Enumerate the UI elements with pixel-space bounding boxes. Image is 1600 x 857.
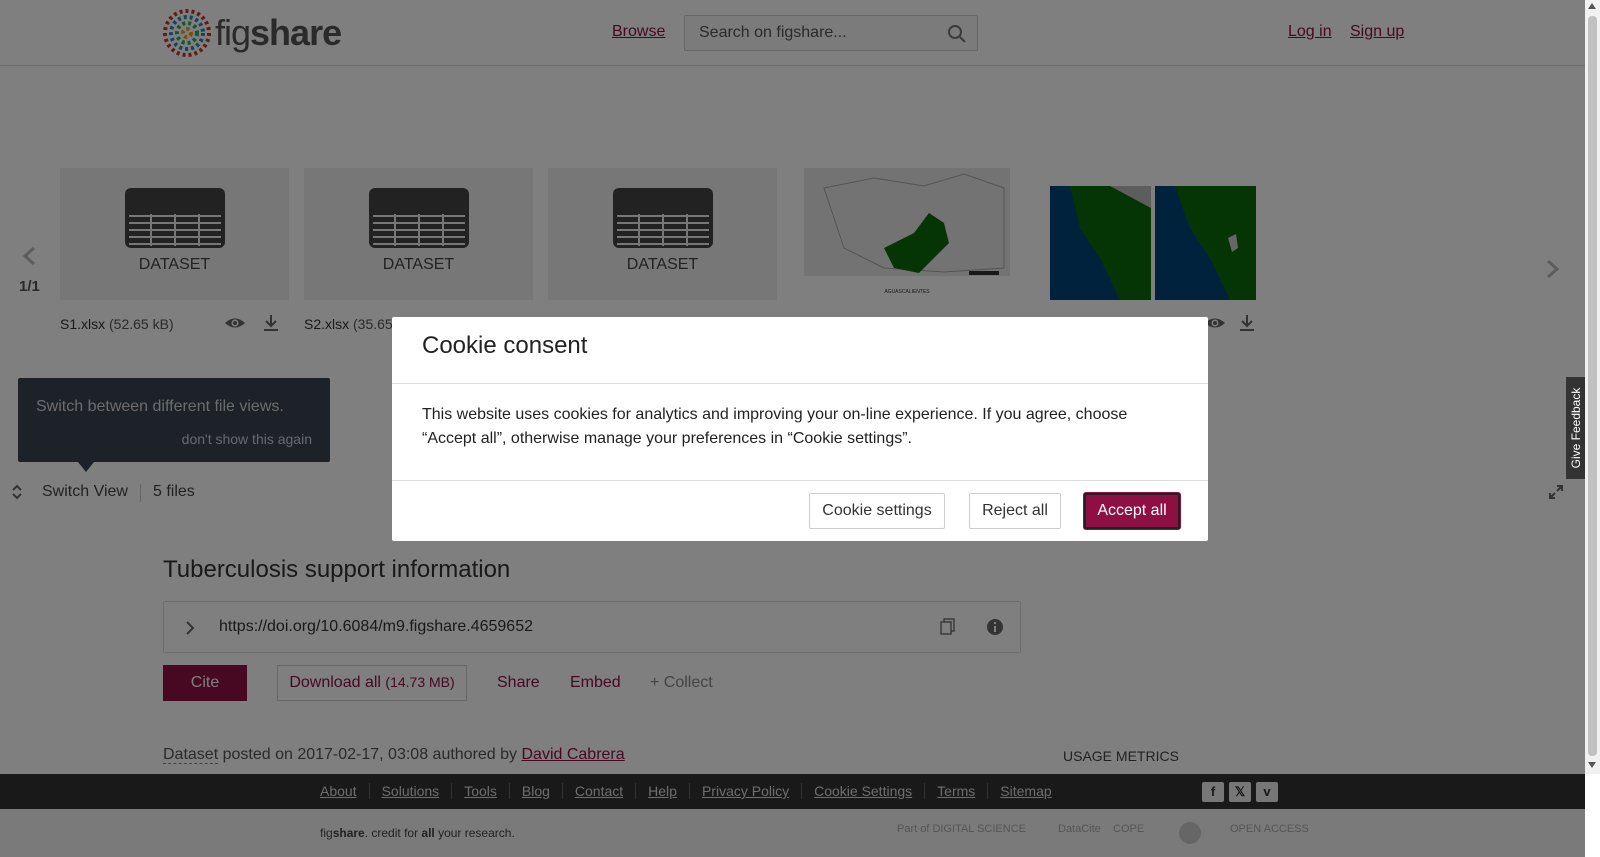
- scroll-up-arrow[interactable]: [1588, 3, 1596, 9]
- page-scrollbar[interactable]: [1585, 0, 1600, 774]
- reject-all-button[interactable]: Reject all: [969, 493, 1061, 529]
- cookie-consent-dialog: Cookie consent This website uses cookies…: [392, 317, 1208, 541]
- give-feedback-tab[interactable]: Give Feedback: [1566, 377, 1585, 479]
- divider: [392, 480, 1208, 481]
- modal-body: This website uses cookies for analytics …: [422, 406, 1128, 447]
- cookie-settings-button[interactable]: Cookie settings: [809, 493, 945, 529]
- accept-all-button[interactable]: Accept all: [1084, 493, 1180, 529]
- scrollbar-thumb[interactable]: [1588, 16, 1597, 756]
- modal-title: Cookie consent: [422, 332, 588, 359]
- scroll-down-arrow[interactable]: [1588, 762, 1596, 768]
- divider: [392, 383, 1208, 384]
